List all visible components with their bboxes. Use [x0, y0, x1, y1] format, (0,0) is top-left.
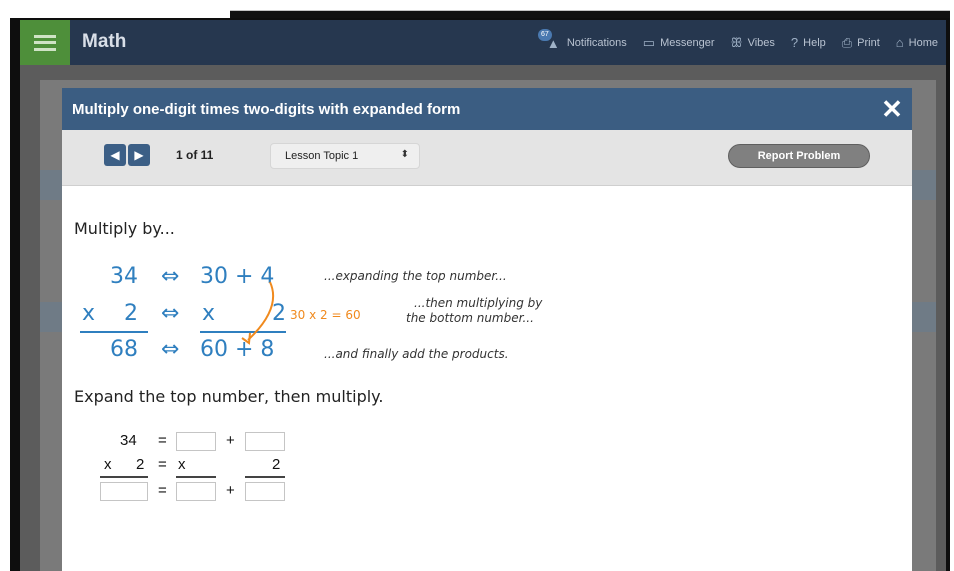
nav-home-label: Home — [908, 36, 938, 49]
problem-plus: + — [226, 482, 235, 499]
problem-rule — [245, 476, 285, 478]
chat-icon: ▭ — [642, 34, 656, 50]
problem-top: 34 — [120, 432, 137, 449]
problem-plus: + — [226, 432, 235, 449]
topic-select[interactable]: Lesson Topic 1 ⬍ — [270, 143, 420, 169]
problem-times: x — [104, 456, 112, 473]
topic-select-value: Lesson Topic 1 — [285, 150, 359, 162]
problem-equals: = — [158, 432, 167, 449]
example-multiplier: 2 — [124, 301, 138, 326]
answer-box[interactable] — [245, 432, 285, 451]
next-button[interactable]: ▶ — [128, 144, 150, 166]
nav-help-label: Help — [803, 36, 826, 49]
answer-box[interactable] — [100, 482, 148, 501]
answer-box[interactable] — [176, 482, 216, 501]
nav-messenger[interactable]: ▭ Messenger — [643, 35, 715, 51]
select-caret-icon: ⬍ — [400, 149, 409, 160]
instruction-text: Expand the top number, then multiply. — [74, 387, 384, 406]
note-expand: ...expanding the top number... — [324, 269, 507, 283]
problem-rule — [100, 476, 148, 478]
nav-vibes[interactable]: ꕥ Vibes — [731, 35, 775, 51]
example-rule-left — [80, 331, 148, 333]
nav-vibes-label: Vibes — [747, 36, 775, 49]
nav-home[interactable]: ⌂ Home — [896, 35, 938, 50]
problem-rule — [176, 476, 216, 478]
home-icon: ⌂ — [895, 35, 904, 50]
nav-help[interactable]: ? Help — [791, 35, 826, 50]
menu-button[interactable] — [20, 20, 70, 65]
example-product: 68 — [110, 337, 138, 362]
problem-equals: = — [158, 456, 167, 473]
modal-header: Multiply one-digit times two-digits with… — [62, 88, 912, 130]
nav-print-label: Print — [857, 36, 880, 49]
modal-title: Multiply one-digit times two-digits with… — [72, 101, 461, 118]
nav-messenger-label: Messenger — [660, 36, 715, 49]
help-icon: ? — [790, 35, 799, 50]
notifications-icon: 67 ▲ — [537, 28, 562, 51]
problem-multiplier: 2 — [136, 456, 145, 473]
answer-box[interactable] — [245, 482, 285, 501]
lesson-modal: Multiply one-digit times two-digits with… — [62, 88, 912, 571]
note-multiply-1: ...then multiplying by — [414, 296, 543, 310]
example-times: x — [82, 301, 96, 326]
previous-button[interactable]: ◀ — [104, 144, 126, 166]
app-title: Math — [82, 31, 127, 52]
app-header: Math 67 ▲ Notifications ▭ Messenger ꕥ Vi… — [20, 20, 946, 65]
modal-toolbar: ◀ ▶ 1 of 11 Lesson Topic 1 ⬍ Report Prob… — [62, 130, 912, 186]
report-problem-button[interactable]: Report Problem — [728, 144, 870, 168]
nav-notifications-label: Notifications — [566, 36, 627, 49]
equivalence-arrow: ⇔ — [161, 301, 180, 326]
note-add: ...and finally add the products. — [324, 347, 509, 361]
problem-expanded-times: x — [178, 456, 186, 473]
note-multiply-2: the bottom number... — [406, 311, 534, 325]
page-counter: 1 of 11 — [176, 148, 214, 162]
step-arrow-icon — [241, 281, 275, 345]
problem-equals: = — [158, 482, 167, 499]
problem-expanded-multiplier: 2 — [272, 456, 281, 473]
butterfly-icon: ꕥ — [730, 34, 743, 50]
close-button[interactable]: ✕ — [872, 88, 912, 130]
equivalence-arrow: ⇔ — [161, 337, 180, 362]
answer-box[interactable] — [176, 432, 216, 451]
nav-notifications[interactable]: 67 ▲ Notifications — [537, 28, 627, 51]
step-product-label: 30 x 2 = 60 — [290, 308, 361, 322]
printer-icon: ⎙ — [841, 34, 853, 50]
top-strip — [0, 0, 954, 18]
example-top: 34 — [110, 264, 138, 289]
top-nav: 67 ▲ Notifications ▭ Messenger ꕥ Vibes ?… — [537, 20, 938, 65]
nav-print[interactable]: ⎙ Print — [842, 35, 880, 51]
equivalence-arrow: ⇔ — [161, 264, 180, 289]
hamburger-icon — [34, 34, 56, 51]
lesson-content: Multiply by... 34 ⇔ 30 + 4 x 2 ⇔ x 2 68 … — [62, 186, 912, 571]
